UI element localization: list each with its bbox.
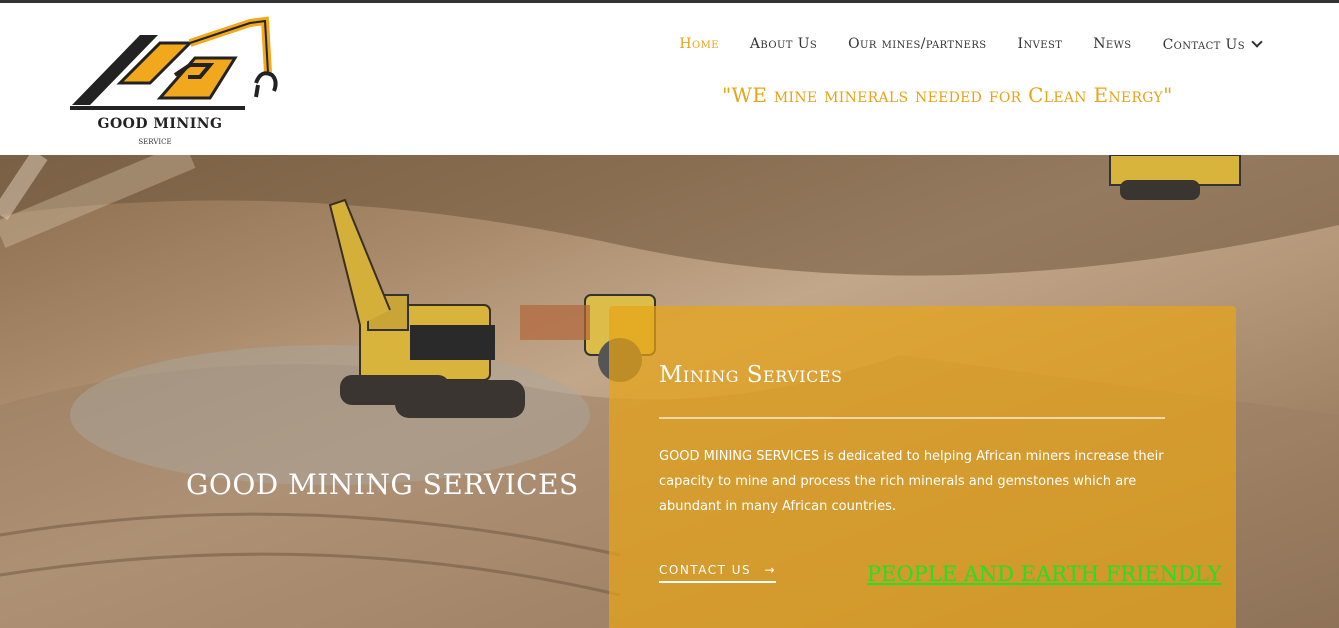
nav-contact-us-item[interactable]: Contact Us	[1163, 36, 1263, 54]
nav-news[interactable]: News	[1093, 36, 1131, 54]
card-description: GOOD MINING SERVICES is dedicated to hel…	[659, 449, 1164, 514]
card-divider	[659, 417, 1165, 419]
hero-section: GOOD MINING SERVICES Mining Services GOO…	[0, 155, 1339, 628]
hero-title: GOOD MINING SERVICES	[186, 468, 579, 501]
people-earth-friendly-link[interactable]: PEOPLE AND EARTH FRIENDLY	[867, 562, 1221, 586]
nav-contact-us[interactable]: Contact Us	[1163, 37, 1245, 53]
contact-us-label: CONTACT US	[659, 563, 752, 577]
logo[interactable]: GOOD MINING SERVICE	[70, 13, 280, 153]
arrow-right-icon: →	[764, 563, 777, 577]
chevron-down-icon[interactable]	[1251, 36, 1263, 48]
excavator-logo-icon	[70, 16, 278, 110]
logo-name: GOOD MINING	[97, 116, 223, 132]
services-card: Mining Services GOOD MINING SERVICES is …	[609, 306, 1236, 628]
tagline: "WE mine minerals needed for Clean Energ…	[722, 83, 1173, 107]
contact-us-button[interactable]: CONTACT US →	[659, 563, 777, 583]
nav-invest[interactable]: Invest	[1018, 36, 1063, 54]
nav-our-mines-partners[interactable]: Our mines/partners	[848, 36, 986, 54]
card-heading: Mining Services	[659, 362, 843, 388]
main-nav: Home About Us Our mines/partners Invest …	[679, 36, 1263, 54]
nav-about-us[interactable]: About Us	[750, 36, 817, 54]
site-header: GOOD MINING SERVICE Home About Us Our mi…	[0, 3, 1339, 155]
nav-home[interactable]: Home	[679, 36, 719, 54]
logo-subtitle: SERVICE	[138, 138, 172, 146]
